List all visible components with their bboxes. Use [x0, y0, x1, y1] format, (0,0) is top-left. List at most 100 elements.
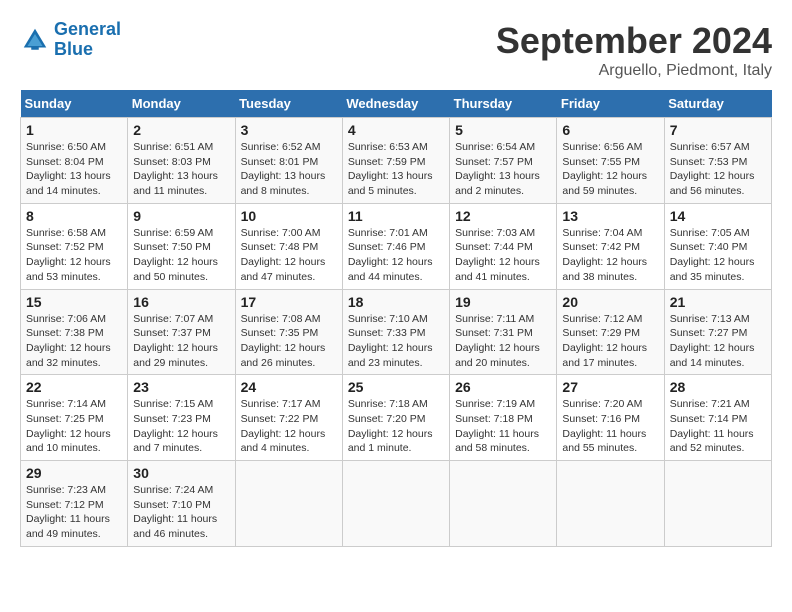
title-block: September 2024 Arguello, Piedmont, Italy — [496, 20, 772, 80]
weekday-header-row: SundayMondayTuesdayWednesdayThursdayFrid… — [21, 90, 772, 118]
day-cell: 5 Sunrise: 6:54 AMSunset: 7:57 PMDayligh… — [450, 118, 557, 204]
day-number: 21 — [670, 294, 766, 310]
day-number: 19 — [455, 294, 551, 310]
day-info: Sunrise: 7:05 AMSunset: 7:40 PMDaylight:… — [670, 226, 766, 285]
day-cell: 25 Sunrise: 7:18 AMSunset: 7:20 PMDaylig… — [342, 375, 449, 461]
day-cell: 11 Sunrise: 7:01 AMSunset: 7:46 PMDaylig… — [342, 203, 449, 289]
day-info: Sunrise: 7:13 AMSunset: 7:27 PMDaylight:… — [670, 312, 766, 371]
day-number: 4 — [348, 122, 444, 138]
day-cell: 29 Sunrise: 7:23 AMSunset: 7:12 PMDaylig… — [21, 461, 128, 547]
day-info: Sunrise: 7:23 AMSunset: 7:12 PMDaylight:… — [26, 483, 122, 542]
day-info: Sunrise: 7:17 AMSunset: 7:22 PMDaylight:… — [241, 397, 337, 456]
day-cell — [664, 461, 771, 547]
day-number: 16 — [133, 294, 229, 310]
day-cell: 2 Sunrise: 6:51 AMSunset: 8:03 PMDayligh… — [128, 118, 235, 204]
weekday-header-wednesday: Wednesday — [342, 90, 449, 118]
month-title: September 2024 — [496, 20, 772, 62]
day-number: 27 — [562, 379, 658, 395]
day-number: 24 — [241, 379, 337, 395]
day-cell: 20 Sunrise: 7:12 AMSunset: 7:29 PMDaylig… — [557, 289, 664, 375]
day-cell — [235, 461, 342, 547]
day-info: Sunrise: 7:24 AMSunset: 7:10 PMDaylight:… — [133, 483, 229, 542]
day-info: Sunrise: 6:53 AMSunset: 7:59 PMDaylight:… — [348, 140, 444, 199]
day-cell: 13 Sunrise: 7:04 AMSunset: 7:42 PMDaylig… — [557, 203, 664, 289]
day-info: Sunrise: 7:20 AMSunset: 7:16 PMDaylight:… — [562, 397, 658, 456]
day-cell: 19 Sunrise: 7:11 AMSunset: 7:31 PMDaylig… — [450, 289, 557, 375]
day-cell — [342, 461, 449, 547]
day-number: 8 — [26, 208, 122, 224]
day-number: 25 — [348, 379, 444, 395]
day-info: Sunrise: 6:56 AMSunset: 7:55 PMDaylight:… — [562, 140, 658, 199]
day-number: 22 — [26, 379, 122, 395]
day-info: Sunrise: 7:11 AMSunset: 7:31 PMDaylight:… — [455, 312, 551, 371]
day-cell: 15 Sunrise: 7:06 AMSunset: 7:38 PMDaylig… — [21, 289, 128, 375]
day-number: 30 — [133, 465, 229, 481]
day-cell: 12 Sunrise: 7:03 AMSunset: 7:44 PMDaylig… — [450, 203, 557, 289]
day-cell: 24 Sunrise: 7:17 AMSunset: 7:22 PMDaylig… — [235, 375, 342, 461]
day-number: 29 — [26, 465, 122, 481]
day-info: Sunrise: 6:54 AMSunset: 7:57 PMDaylight:… — [455, 140, 551, 199]
weekday-header-saturday: Saturday — [664, 90, 771, 118]
day-cell: 10 Sunrise: 7:00 AMSunset: 7:48 PMDaylig… — [235, 203, 342, 289]
week-row-3: 15 Sunrise: 7:06 AMSunset: 7:38 PMDaylig… — [21, 289, 772, 375]
day-number: 18 — [348, 294, 444, 310]
day-cell: 17 Sunrise: 7:08 AMSunset: 7:35 PMDaylig… — [235, 289, 342, 375]
day-cell: 27 Sunrise: 7:20 AMSunset: 7:16 PMDaylig… — [557, 375, 664, 461]
logo-icon — [20, 25, 50, 55]
day-info: Sunrise: 6:59 AMSunset: 7:50 PMDaylight:… — [133, 226, 229, 285]
day-number: 12 — [455, 208, 551, 224]
day-cell: 30 Sunrise: 7:24 AMSunset: 7:10 PMDaylig… — [128, 461, 235, 547]
page-header: General Blue September 2024 Arguello, Pi… — [20, 20, 772, 80]
day-number: 15 — [26, 294, 122, 310]
day-number: 6 — [562, 122, 658, 138]
week-row-5: 29 Sunrise: 7:23 AMSunset: 7:12 PMDaylig… — [21, 461, 772, 547]
day-cell: 16 Sunrise: 7:07 AMSunset: 7:37 PMDaylig… — [128, 289, 235, 375]
weekday-header-thursday: Thursday — [450, 90, 557, 118]
day-info: Sunrise: 7:03 AMSunset: 7:44 PMDaylight:… — [455, 226, 551, 285]
weekday-header-monday: Monday — [128, 90, 235, 118]
day-info: Sunrise: 7:06 AMSunset: 7:38 PMDaylight:… — [26, 312, 122, 371]
week-row-2: 8 Sunrise: 6:58 AMSunset: 7:52 PMDayligh… — [21, 203, 772, 289]
day-number: 14 — [670, 208, 766, 224]
day-cell: 22 Sunrise: 7:14 AMSunset: 7:25 PMDaylig… — [21, 375, 128, 461]
day-info: Sunrise: 6:51 AMSunset: 8:03 PMDaylight:… — [133, 140, 229, 199]
day-info: Sunrise: 6:58 AMSunset: 7:52 PMDaylight:… — [26, 226, 122, 285]
day-cell: 4 Sunrise: 6:53 AMSunset: 7:59 PMDayligh… — [342, 118, 449, 204]
day-info: Sunrise: 7:00 AMSunset: 7:48 PMDaylight:… — [241, 226, 337, 285]
day-number: 5 — [455, 122, 551, 138]
day-cell — [557, 461, 664, 547]
day-cell — [450, 461, 557, 547]
calendar-table: SundayMondayTuesdayWednesdayThursdayFrid… — [20, 90, 772, 547]
day-cell: 23 Sunrise: 7:15 AMSunset: 7:23 PMDaylig… — [128, 375, 235, 461]
day-info: Sunrise: 6:57 AMSunset: 7:53 PMDaylight:… — [670, 140, 766, 199]
day-cell: 1 Sunrise: 6:50 AMSunset: 8:04 PMDayligh… — [21, 118, 128, 204]
day-info: Sunrise: 7:08 AMSunset: 7:35 PMDaylight:… — [241, 312, 337, 371]
day-info: Sunrise: 7:21 AMSunset: 7:14 PMDaylight:… — [670, 397, 766, 456]
day-info: Sunrise: 7:14 AMSunset: 7:25 PMDaylight:… — [26, 397, 122, 456]
day-cell: 18 Sunrise: 7:10 AMSunset: 7:33 PMDaylig… — [342, 289, 449, 375]
day-cell: 8 Sunrise: 6:58 AMSunset: 7:52 PMDayligh… — [21, 203, 128, 289]
logo-text: General Blue — [54, 20, 121, 60]
logo: General Blue — [20, 20, 121, 60]
day-info: Sunrise: 7:15 AMSunset: 7:23 PMDaylight:… — [133, 397, 229, 456]
day-info: Sunrise: 7:07 AMSunset: 7:37 PMDaylight:… — [133, 312, 229, 371]
day-info: Sunrise: 7:01 AMSunset: 7:46 PMDaylight:… — [348, 226, 444, 285]
day-info: Sunrise: 7:04 AMSunset: 7:42 PMDaylight:… — [562, 226, 658, 285]
day-number: 17 — [241, 294, 337, 310]
day-info: Sunrise: 7:12 AMSunset: 7:29 PMDaylight:… — [562, 312, 658, 371]
day-cell: 14 Sunrise: 7:05 AMSunset: 7:40 PMDaylig… — [664, 203, 771, 289]
day-cell: 7 Sunrise: 6:57 AMSunset: 7:53 PMDayligh… — [664, 118, 771, 204]
day-number: 3 — [241, 122, 337, 138]
day-number: 9 — [133, 208, 229, 224]
day-info: Sunrise: 6:52 AMSunset: 8:01 PMDaylight:… — [241, 140, 337, 199]
day-cell: 9 Sunrise: 6:59 AMSunset: 7:50 PMDayligh… — [128, 203, 235, 289]
weekday-header-friday: Friday — [557, 90, 664, 118]
day-info: Sunrise: 6:50 AMSunset: 8:04 PMDaylight:… — [26, 140, 122, 199]
weekday-header-tuesday: Tuesday — [235, 90, 342, 118]
day-number: 1 — [26, 122, 122, 138]
day-cell: 28 Sunrise: 7:21 AMSunset: 7:14 PMDaylig… — [664, 375, 771, 461]
day-number: 11 — [348, 208, 444, 224]
week-row-4: 22 Sunrise: 7:14 AMSunset: 7:25 PMDaylig… — [21, 375, 772, 461]
day-cell: 6 Sunrise: 6:56 AMSunset: 7:55 PMDayligh… — [557, 118, 664, 204]
day-number: 23 — [133, 379, 229, 395]
